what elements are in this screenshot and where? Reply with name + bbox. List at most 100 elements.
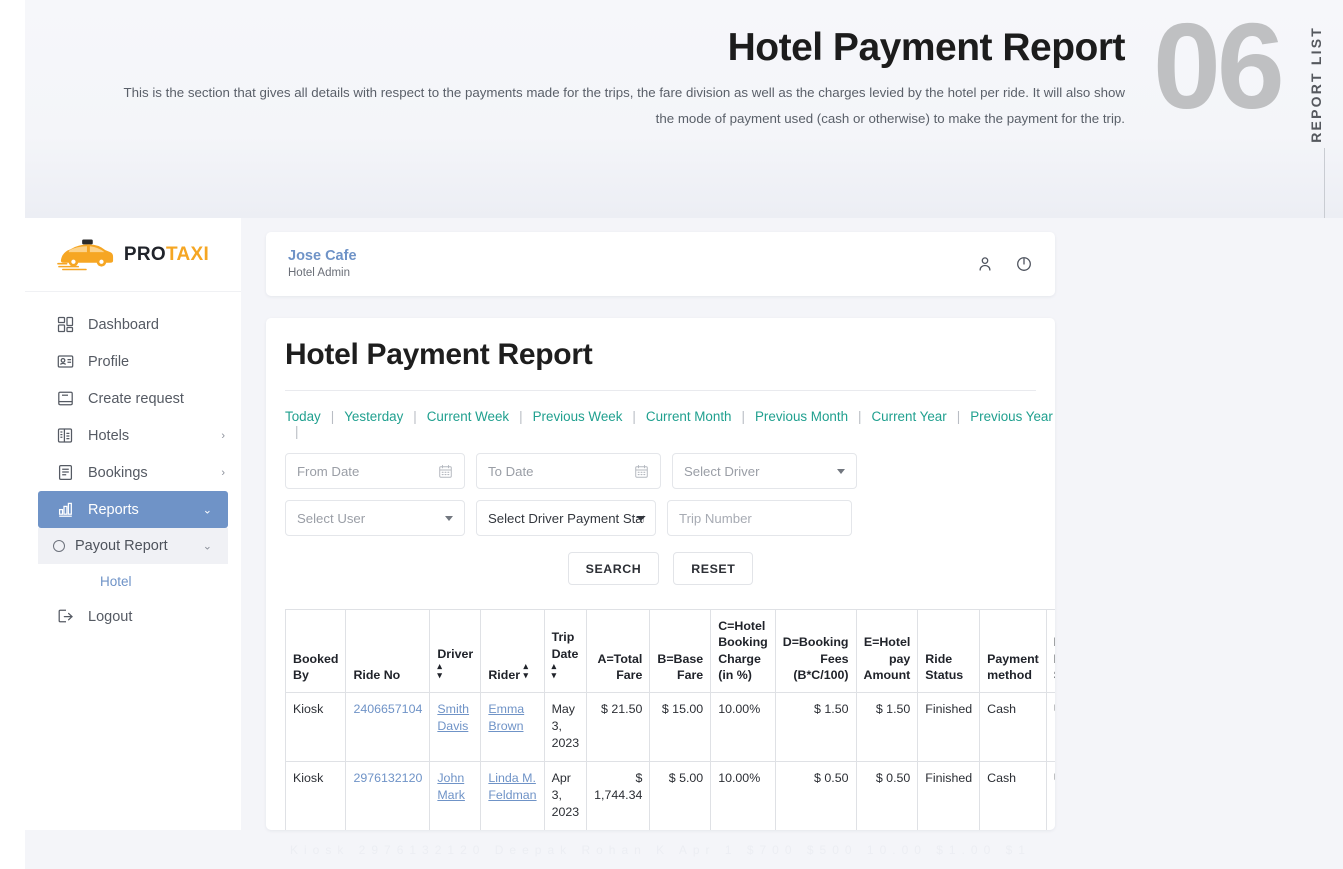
cell-value: $ 0.50 xyxy=(875,770,911,785)
reset-button[interactable]: RESET xyxy=(673,552,754,585)
sidebar-item-label: Dashboard xyxy=(88,316,159,333)
quick-filter-previous-week[interactable]: Previous Week xyxy=(533,409,623,424)
trip-number-input[interactable] xyxy=(667,500,852,536)
sort-icon[interactable]: ▴ ▾ xyxy=(524,662,529,680)
sidebar-item-label: Hotels xyxy=(88,427,130,444)
driver-payment-status-select[interactable]: Select Driver Payment Stat xyxy=(476,500,656,536)
column-header-d-booking-fees-b-c-100: D=Booking Fees (B*C/100) xyxy=(774,609,857,693)
sidebar: PROTAXI Dashboard Profile Create request Ho… xyxy=(25,218,241,830)
cell-value: $ 5.00 xyxy=(668,770,704,785)
column-header-driver[interactable]: Driver ▴ ▾ xyxy=(429,609,482,693)
user-name: Jose Cafe xyxy=(288,248,357,265)
sidebar-item-reports[interactable]: Reports ⌄ xyxy=(38,491,228,528)
hotel-payment-report-table: Booked By Ride No Driver ▴ ▾ Rider ▴ ▾ Trip Dat… xyxy=(285,609,1055,830)
sidebar-item-label: Hotel xyxy=(100,573,132,589)
quick-filter-previous-month[interactable]: Previous Month xyxy=(755,409,848,424)
cell-link[interactable]: 2976132120 xyxy=(353,771,422,785)
sort-icon[interactable]: ▴ ▾ xyxy=(437,662,442,680)
quick-filter-previous-year[interactable]: Previous Year xyxy=(970,409,1053,424)
cell-link[interactable]: Emma Brown xyxy=(488,702,524,733)
column-header-e-hotel-pay-amount: E=Hotel pay Amount xyxy=(855,609,919,693)
column-header-driver-payment-status: Driver Payment Status xyxy=(1045,609,1055,693)
column-header-label: Ride No xyxy=(353,668,401,683)
cell-b-base-fare: $ 15.00 xyxy=(649,691,712,762)
sidebar-item-hotel[interactable]: Hotel xyxy=(25,564,241,598)
calendar-icon[interactable] xyxy=(634,464,649,479)
cell-link[interactable]: Smith Davis xyxy=(437,702,469,733)
sidebar-item-profile[interactable]: Profile xyxy=(25,343,241,380)
quick-filter-today[interactable]: Today xyxy=(285,409,321,424)
cell-booked-by: Kiosk xyxy=(285,760,347,830)
calendar-icon[interactable] xyxy=(438,464,453,479)
quick-filter-current-month[interactable]: Current Month xyxy=(646,409,732,424)
banner-divider-line xyxy=(1324,148,1325,218)
cell-payment-method: Cash xyxy=(979,691,1047,762)
column-header-label: Booked By xyxy=(293,651,339,683)
chevron-right-icon: › xyxy=(221,429,225,442)
table-header-row: Booked By Ride No Driver ▴ ▾ Rider ▴ ▾ Trip Dat… xyxy=(285,609,1055,693)
create-request-icon xyxy=(57,390,74,407)
power-icon[interactable] xyxy=(1015,255,1033,273)
profile-icon xyxy=(57,353,74,370)
person-icon[interactable] xyxy=(976,255,994,273)
cell-value: 10.00% xyxy=(718,770,761,785)
column-header-label: C=Hotel Booking Charge (in %) xyxy=(718,619,768,683)
quick-filter-separator: | xyxy=(741,409,745,424)
cell-value: Kiosk xyxy=(293,770,324,785)
search-button[interactable]: SEARCH xyxy=(567,552,660,585)
dashboard-icon xyxy=(57,316,74,333)
quick-filter-current-year[interactable]: Current Year xyxy=(872,409,947,424)
cell-rider[interactable]: Emma Brown xyxy=(480,691,545,762)
sidebar-item-label: Profile xyxy=(88,353,130,370)
sidebar-item-dashboard[interactable]: Dashboard xyxy=(25,306,241,343)
table-head: Booked By Ride No Driver ▴ ▾ Rider ▴ ▾ Trip Dat… xyxy=(285,609,1055,693)
cell-d-booking-fees: $ 0.50 xyxy=(774,760,857,830)
quick-filter-current-week[interactable]: Current Week xyxy=(427,409,509,424)
to-date-field[interactable]: To Date xyxy=(476,453,661,489)
cell-link[interactable]: Linda M. Feldman xyxy=(488,771,536,802)
quick-filter-separator: | xyxy=(956,409,961,424)
cell-value: $ 1,744.34 xyxy=(594,770,643,802)
column-header-trip-date[interactable]: Trip Date ▴ ▾ xyxy=(543,609,588,693)
cell-ride-status: Finished xyxy=(917,691,981,762)
column-header-label: Driver Payment Status xyxy=(1054,635,1055,682)
cell-rider[interactable]: Linda M. Feldman xyxy=(480,760,545,830)
cell-value: $ 1.50 xyxy=(814,701,849,716)
cell-booked-by: Kiosk xyxy=(285,691,347,762)
title-divider xyxy=(285,390,1036,391)
select-driver-dropdown[interactable]: Select Driver xyxy=(672,453,857,489)
sidebar-item-logout[interactable]: Logout xyxy=(25,598,241,635)
column-header-label: B=Base Fare xyxy=(657,651,704,683)
select-user-dropdown[interactable]: Select User xyxy=(285,500,465,536)
chevron-down-icon: ⌄ xyxy=(202,540,212,553)
cell-value: Kiosk xyxy=(293,701,324,716)
banner-vertical-label: REPORT LIST xyxy=(1308,26,1324,143)
sidebar-item-bookings[interactable]: Bookings › xyxy=(25,454,241,491)
sort-icon[interactable]: ▴ ▾ xyxy=(552,662,557,680)
quick-date-filters: Today | Yesterday | Current Week | Previous We… xyxy=(285,409,1055,439)
cell-ride-no[interactable]: 2976132120 xyxy=(345,760,431,830)
chevron-down-icon xyxy=(837,468,845,474)
cell-e-hotel-pay-amount: $ 0.50 xyxy=(855,760,919,830)
cell-driver[interactable]: Smith Davis xyxy=(429,691,482,762)
column-header-label: D=Booking Fees (B*C/100) xyxy=(782,635,849,683)
sidebar-item-payout-report[interactable]: Payout Report ⌄ xyxy=(38,528,228,564)
cell-value: Apr 3, 2023 xyxy=(551,770,580,820)
cell-link[interactable]: 2406657104 xyxy=(353,702,422,716)
cell-driver[interactable]: John Mark xyxy=(429,760,482,830)
column-header-rider[interactable]: Rider ▴ ▾ xyxy=(480,609,545,693)
sidebar-item-create-request[interactable]: Create request xyxy=(25,380,241,417)
logout-icon xyxy=(57,608,74,625)
sidebar-item-hotels[interactable]: Hotels › xyxy=(25,417,241,454)
cell-a-total-fare: $ 21.50 xyxy=(586,691,651,762)
banner-title: Hotel Payment Report xyxy=(727,26,1126,69)
cell-ride-no[interactable]: 2406657104 xyxy=(345,691,431,762)
from-date-field[interactable]: From Date xyxy=(285,453,465,489)
footer-ghost-row: Kiosk 2976132120 Deepak Rohan K Apr 1 $7… xyxy=(290,843,1030,857)
quick-filter-yesterday[interactable]: Yesterday xyxy=(344,409,403,424)
sidebar-item-label: Bookings xyxy=(88,464,148,481)
quick-filter-separator: | xyxy=(330,409,335,424)
cell-link[interactable]: John Mark xyxy=(437,771,465,802)
brand-logo[interactable]: PROTAXI xyxy=(25,218,241,292)
taxi-car-icon xyxy=(57,239,113,270)
